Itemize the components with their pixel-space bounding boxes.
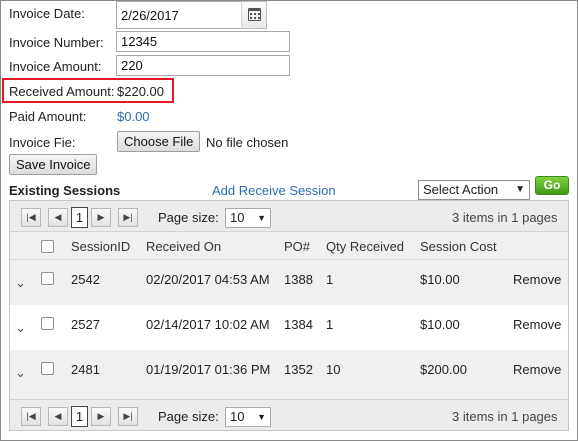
- dropdown-arrow-icon: ▼: [515, 184, 525, 195]
- existing-sessions-title: Existing Sessions: [9, 183, 121, 198]
- current-page-number[interactable]: 1: [71, 406, 88, 427]
- paid-amount-label: Paid Amount:: [9, 109, 87, 124]
- column-header-session-id[interactable]: SessionID: [71, 239, 130, 254]
- remove-link[interactable]: Remove: [513, 272, 561, 287]
- cell-received-on: 01/19/2017 01:36 PM: [146, 362, 271, 377]
- first-page-icon[interactable]: |◀: [21, 208, 41, 227]
- page-size-select[interactable]: 10 ▼: [225, 208, 271, 228]
- last-page-icon[interactable]: ▶|: [118, 407, 138, 426]
- table-row: ⌄ 2481 01/19/2017 01:36 PM 1352 10 $200.…: [10, 350, 568, 399]
- sessions-grid: |◀ ◀ 1 ▶ ▶| Page size: 10 ▼ 3 items in 1…: [9, 200, 569, 431]
- cell-po: 1388: [284, 272, 313, 287]
- invoice-number-field[interactable]: 12345: [116, 31, 290, 52]
- received-amount-label: Received Amount:: [9, 84, 115, 99]
- cell-cost: $10.00: [420, 272, 460, 287]
- remove-link[interactable]: Remove: [513, 317, 561, 332]
- cell-received-on: 02/20/2017 04:53 AM: [146, 272, 270, 287]
- received-amount-value: $220.00: [117, 84, 164, 99]
- paid-amount-value: $0.00: [117, 109, 150, 124]
- grid-header: SessionID Received On PO# Qty Received S…: [10, 232, 568, 260]
- calendar-icon: [248, 8, 261, 21]
- column-header-received-on[interactable]: Received On: [146, 239, 221, 254]
- cell-qty: 10: [326, 362, 341, 377]
- column-header-session-cost[interactable]: Session Cost: [420, 239, 497, 254]
- invoice-number-label: Invoice Number:: [9, 35, 104, 50]
- table-row: ⌄ 2527 02/14/2017 10:02 AM 1384 1 $10.00…: [10, 305, 568, 350]
- no-file-chosen-text: No file chosen: [206, 135, 289, 150]
- dropdown-arrow-icon: ▼: [257, 213, 266, 223]
- cell-session-id: 2481: [71, 362, 100, 377]
- current-page-number[interactable]: 1: [71, 207, 88, 228]
- table-row: ⌄ 2542 02/20/2017 04:53 AM 1388 1 $10.00…: [10, 260, 568, 305]
- row-checkbox[interactable]: [41, 272, 54, 285]
- next-page-icon[interactable]: ▶: [91, 208, 111, 227]
- cell-cost: $10.00: [420, 317, 460, 332]
- page-size-select[interactable]: 10 ▼: [225, 407, 271, 427]
- chevron-down-icon[interactable]: ⌄: [15, 275, 26, 291]
- pager-summary: 3 items in 1 pages: [452, 210, 558, 225]
- remove-link[interactable]: Remove: [513, 362, 561, 377]
- add-receive-session-link[interactable]: Add Receive Session: [212, 183, 336, 198]
- cell-qty: 1: [326, 272, 334, 287]
- last-page-icon[interactable]: ▶|: [118, 208, 138, 227]
- prev-page-icon[interactable]: ◀: [48, 407, 68, 426]
- choose-file-button[interactable]: Choose File: [117, 131, 201, 152]
- cell-cost: $200.00: [420, 362, 467, 377]
- next-page-icon[interactable]: ▶: [91, 407, 111, 426]
- calendar-button[interactable]: [241, 1, 267, 29]
- cell-po: 1352: [284, 362, 313, 377]
- pager-bottom: |◀ ◀ 1 ▶ ▶| Page size: 10 ▼ 3 items in 1…: [10, 399, 568, 430]
- save-invoice-button[interactable]: Save Invoice: [9, 154, 98, 175]
- invoice-date-label: Invoice Date:: [9, 6, 85, 21]
- pager-top: |◀ ◀ 1 ▶ ▶| Page size: 10 ▼ 3 items in 1…: [10, 201, 568, 232]
- select-action-dropdown[interactable]: Select Action ▼: [418, 180, 530, 200]
- cell-session-id: 2542: [71, 272, 100, 287]
- chevron-down-icon[interactable]: ⌄: [15, 365, 26, 381]
- row-checkbox[interactable]: [41, 362, 54, 375]
- column-header-po[interactable]: PO#: [284, 239, 310, 254]
- select-all-checkbox[interactable]: [41, 240, 54, 253]
- chevron-down-icon[interactable]: ⌄: [15, 320, 26, 336]
- row-checkbox[interactable]: [41, 317, 54, 330]
- page-size-label: Page size:: [158, 210, 219, 225]
- invoice-amount-field[interactable]: 220: [116, 55, 290, 76]
- column-header-qty-received[interactable]: Qty Received: [326, 239, 404, 254]
- prev-page-icon[interactable]: ◀: [48, 208, 68, 227]
- cell-qty: 1: [326, 317, 334, 332]
- dropdown-arrow-icon: ▼: [257, 412, 266, 422]
- cell-session-id: 2527: [71, 317, 100, 332]
- invoice-date-field[interactable]: 2/26/2017: [116, 1, 242, 29]
- go-button[interactable]: Go: [535, 176, 569, 195]
- pager-summary: 3 items in 1 pages: [452, 409, 558, 424]
- first-page-icon[interactable]: |◀: [21, 407, 41, 426]
- invoice-amount-label: Invoice Amount:: [9, 59, 102, 74]
- invoice-file-label: Invoice Fie:: [9, 135, 76, 150]
- page-size-label: Page size:: [158, 409, 219, 424]
- cell-received-on: 02/14/2017 10:02 AM: [146, 317, 270, 332]
- select-action-label: Select Action: [423, 182, 499, 197]
- cell-po: 1384: [284, 317, 313, 332]
